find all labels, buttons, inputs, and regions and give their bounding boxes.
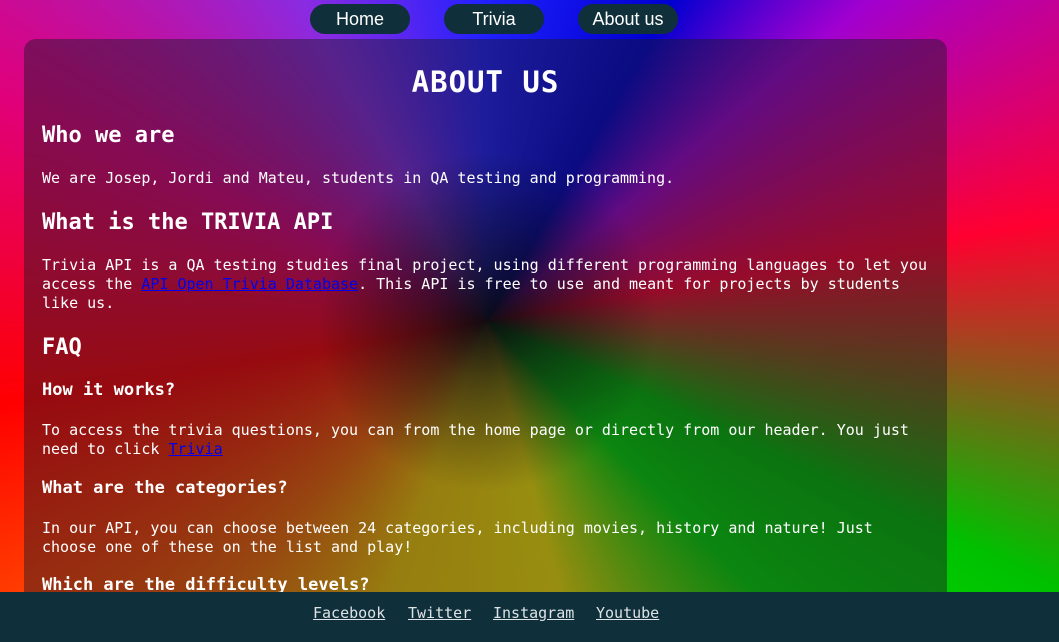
faq-answer-categories: In our API, you can choose between 24 ca… (42, 519, 873, 556)
who-heading: Who we are (42, 123, 175, 148)
top-nav: Home Trivia About us (0, 4, 1059, 35)
footer: Facebook Twitter Instagram Youtube (0, 592, 1059, 642)
nav-about-button[interactable]: About us (578, 4, 678, 34)
page-title: ABOUT US (411, 65, 560, 99)
faq-heading: FAQ (42, 335, 82, 360)
facebook-link[interactable]: Facebook (313, 604, 385, 622)
nav-home-button[interactable]: Home (310, 4, 410, 34)
faq-question-categories: What are the categories? (42, 478, 288, 498)
trivia-link[interactable]: Trivia (168, 440, 222, 458)
youtube-link[interactable]: Youtube (596, 604, 659, 622)
content-panel: ABOUT US Who we are We are Josep, Jordi … (24, 39, 947, 639)
faq-question-how: How it works? (42, 380, 176, 400)
what-heading: What is the TRIVIA API (42, 210, 334, 235)
instagram-link[interactable]: Instagram (493, 604, 574, 622)
faq-answer-how: To access the trivia questions, you can … (42, 421, 932, 459)
nav-trivia-button[interactable]: Trivia (444, 4, 544, 34)
who-text: We are Josep, Jordi and Mateu, students … (42, 169, 675, 187)
what-text: Trivia API is a QA testing studies final… (42, 256, 932, 313)
twitter-link[interactable]: Twitter (408, 604, 471, 622)
open-trivia-db-link[interactable]: API Open Trivia Database (141, 275, 358, 293)
